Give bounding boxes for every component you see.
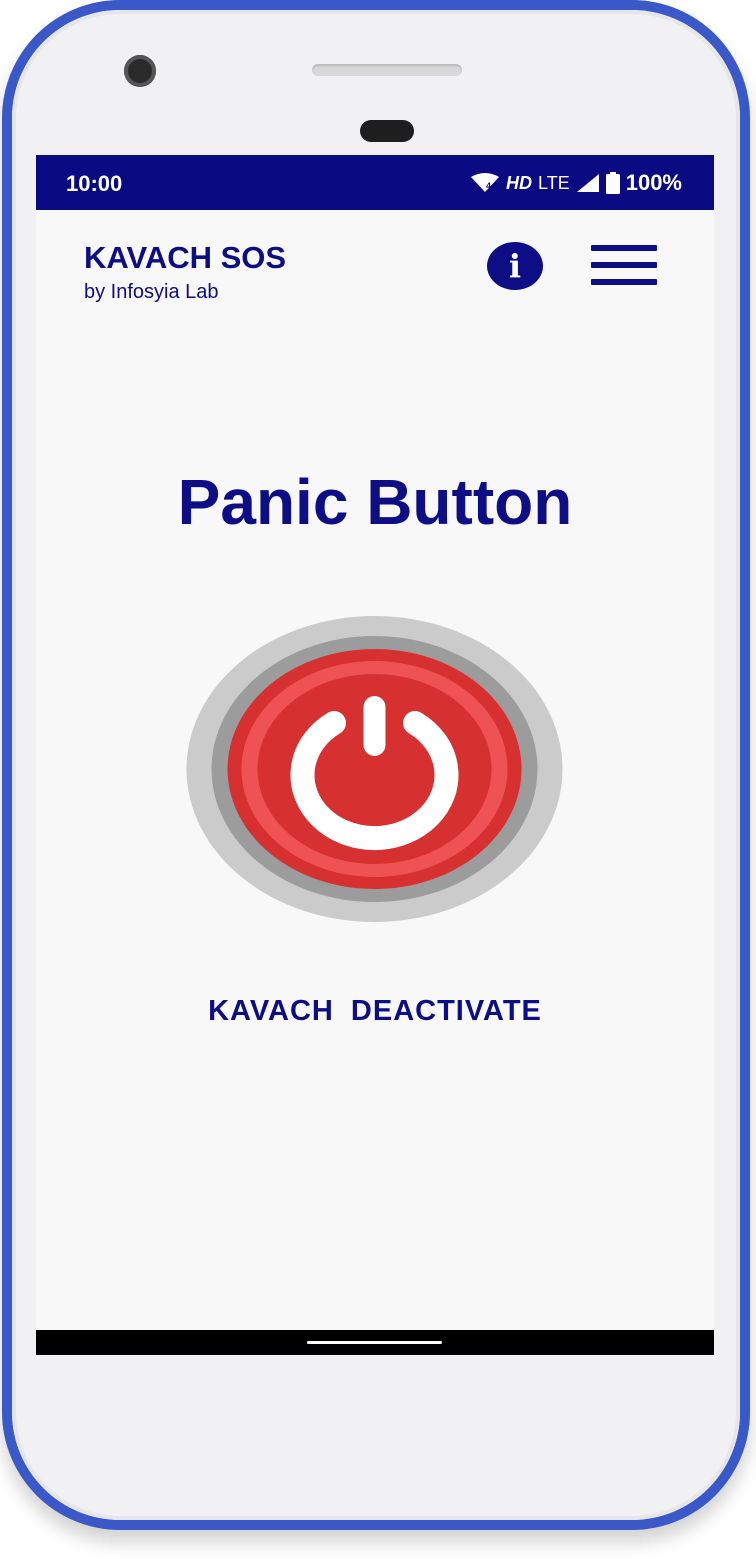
status-time: 10:00	[66, 171, 123, 196]
app-screen: 10:00 4 HD LTE 100% KAVACH SOS by Infosy…	[36, 155, 714, 1355]
app-title: KAVACH SOS	[84, 240, 287, 275]
navigation-bar	[36, 1330, 714, 1355]
info-glyph: i	[508, 247, 522, 285]
deactivate-label[interactable]: KAVACH DEACTIVATE	[36, 995, 714, 1028]
hd-indicator: HD	[506, 172, 533, 193]
battery-percent: 100%	[625, 170, 682, 195]
status-icons: 4 HD LTE 100%	[470, 170, 682, 196]
front-camera	[124, 55, 156, 87]
earpiece-speaker	[312, 64, 462, 76]
status-bar: 10:00 4 HD LTE 100%	[36, 155, 714, 210]
page-title: Panic Button	[177, 466, 573, 538]
app-subtitle: by Infosyia Lab	[84, 281, 219, 303]
home-handle[interactable]	[307, 1341, 442, 1344]
svg-text:4: 4	[486, 181, 491, 191]
info-icon[interactable]: i	[487, 242, 543, 290]
hamburger-menu-icon[interactable]	[591, 245, 657, 285]
wifi-icon: 4	[471, 173, 500, 192]
proximity-sensor	[360, 120, 414, 142]
battery-icon	[605, 172, 620, 194]
signal-icon	[576, 174, 599, 192]
lte-indicator: LTE	[538, 172, 570, 193]
panic-button[interactable]	[186, 615, 563, 923]
